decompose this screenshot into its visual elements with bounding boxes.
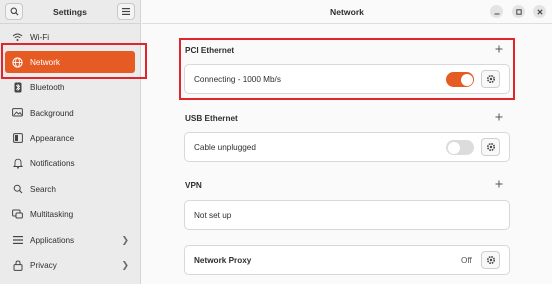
usb-settings-button[interactable]	[481, 138, 500, 156]
maximize-button[interactable]	[512, 5, 525, 18]
minimize-button[interactable]	[490, 5, 503, 18]
maximize-icon	[515, 8, 522, 15]
sidebar-item-appearance[interactable]: Appearance	[5, 127, 135, 149]
gear-icon	[486, 255, 495, 265]
usb-add-button[interactable]	[495, 113, 503, 124]
highlight-pci-ethernet	[179, 38, 515, 100]
sidebar-item-label: Applications	[30, 235, 75, 245]
sidebar-item-label: Wi-Fi	[30, 32, 50, 42]
bluetooth-icon	[12, 82, 23, 93]
usb-status: Cable unplugged	[194, 143, 256, 152]
close-icon	[536, 8, 543, 15]
minimize-icon	[494, 13, 499, 14]
sidebar-item-search[interactable]: Search	[5, 178, 135, 200]
search-icon	[12, 184, 23, 195]
sidebar-item-label: Notifications	[30, 158, 75, 168]
proxy-settings-button[interactable]	[481, 251, 500, 269]
main-header: Network	[142, 0, 552, 24]
plus-icon	[495, 180, 503, 188]
lock-icon	[12, 259, 23, 271]
usb-toggle	[446, 140, 474, 155]
sidebar-item-label: Bluetooth	[30, 82, 65, 92]
main-menu-button[interactable]	[117, 3, 135, 20]
sidebar-item-multitasking[interactable]: Multitasking	[5, 203, 135, 225]
wifi-icon	[12, 32, 23, 43]
hamburger-icon	[122, 8, 130, 15]
sidebar-item-label: Search	[30, 184, 56, 194]
grid-icon	[12, 235, 23, 246]
chevron-right-icon: ❯	[121, 259, 129, 270]
sidebar-title: Settings	[53, 7, 87, 17]
sidebar-item-label: Multitasking	[30, 209, 74, 219]
sidebar-item-label: Appearance	[30, 133, 75, 143]
multitasking-icon	[12, 209, 23, 220]
network-proxy-value: Off	[461, 256, 472, 265]
sidebar-item-label: Background	[30, 108, 74, 118]
vpn-title: VPN	[185, 181, 202, 190]
vpn-card: Not set up	[184, 200, 510, 230]
search-icon	[10, 7, 19, 16]
sidebar-item-background[interactable]: Background	[5, 102, 135, 124]
sidebar-item-applications[interactable]: Applications ❯	[5, 229, 135, 251]
highlight-network	[1, 43, 147, 79]
gear-icon	[486, 142, 495, 152]
sidebar-search-button[interactable]	[5, 3, 23, 20]
bell-icon	[12, 158, 23, 169]
sidebar-item-label: Privacy	[30, 260, 57, 270]
usb-ethernet-card: Cable unplugged	[184, 132, 510, 162]
vpn-add-button[interactable]	[495, 180, 503, 191]
sidebar-item-notifications[interactable]: Notifications	[5, 152, 135, 174]
sidebar-item-bluetooth[interactable]: Bluetooth	[5, 76, 135, 98]
vpn-status: Not set up	[194, 211, 232, 220]
close-button[interactable]	[533, 5, 546, 18]
sidebar-header: Settings	[0, 0, 141, 24]
toggle-knob	[447, 141, 460, 154]
chevron-right-icon: ❯	[121, 234, 129, 245]
plus-icon	[495, 113, 503, 121]
sidebar-item-privacy[interactable]: Privacy ❯	[5, 254, 135, 276]
usb-ethernet-title: USB Ethernet	[185, 114, 238, 123]
network-proxy-label: Network Proxy	[194, 256, 252, 265]
appearance-icon	[12, 133, 23, 144]
network-proxy-row[interactable]: Network Proxy Off	[184, 245, 510, 275]
background-icon	[12, 108, 23, 119]
